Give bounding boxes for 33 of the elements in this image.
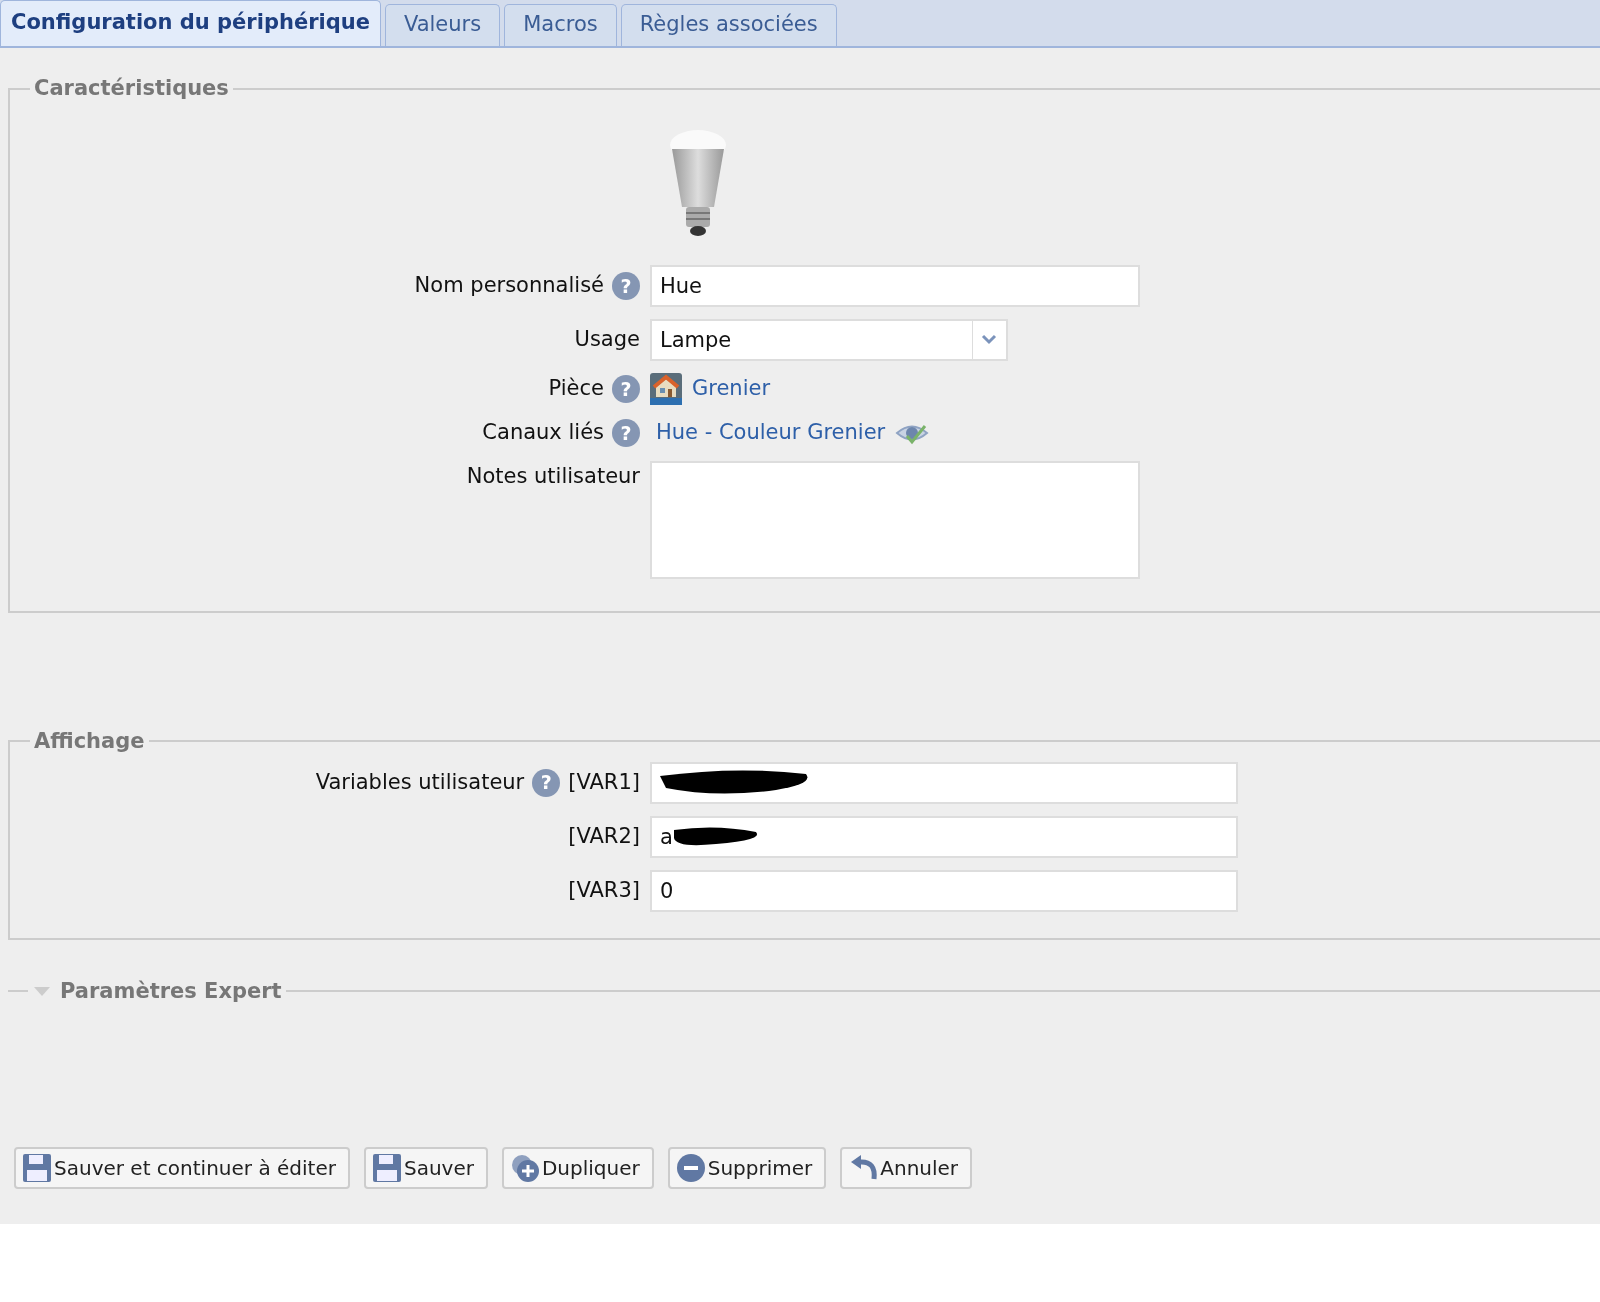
field-label: Nom personnalisé	[414, 272, 604, 300]
variable-label: [VAR1]	[568, 768, 640, 796]
field-label: Usage	[574, 326, 640, 354]
tab[interactable]: Valeurs	[384, 4, 501, 46]
tab[interactable]: Règles associées	[620, 4, 837, 46]
section-legend: Caractéristiques	[30, 78, 233, 99]
text-field[interactable]: 0	[650, 869, 1238, 912]
select-field[interactable]: Lampe	[650, 319, 1008, 361]
save-icon	[22, 1153, 52, 1183]
save-icon	[371, 1153, 402, 1183]
undo-button[interactable]: Annuler	[840, 1147, 973, 1189]
tab[interactable]: Configuration du périphérique	[0, 0, 381, 46]
field-label: Pièce	[548, 375, 604, 403]
delete-button[interactable]: Supprimer	[667, 1147, 827, 1189]
section-legend[interactable]: Paramètres Expert	[56, 975, 286, 1007]
duplicate-button[interactable]: Dupliquer	[501, 1147, 654, 1189]
notes-field[interactable]	[650, 460, 1140, 579]
variable-label: [VAR2]	[568, 822, 640, 850]
minus-icon	[675, 1153, 706, 1183]
field-label: Canaux liés	[482, 419, 604, 446]
add-icon	[509, 1153, 540, 1183]
save-button[interactable]: Sauver	[363, 1147, 488, 1189]
room-link[interactable]: Grenier	[692, 373, 771, 405]
field-label: Notes utilisateur	[466, 462, 640, 490]
text-field[interactable]: a	[650, 815, 1238, 858]
variable-label: [VAR3]	[568, 876, 640, 904]
channel-link[interactable]: Hue - Couleur Grenier	[656, 417, 886, 449]
section-legend: Affichage	[30, 730, 149, 752]
save-button[interactable]: Sauver et continuer à éditer	[14, 1147, 350, 1189]
house-icon	[650, 373, 682, 405]
field-label: Variables utilisateur	[315, 768, 525, 796]
text-field[interactable]: Hue	[650, 265, 1140, 307]
tab[interactable]: Macros	[504, 4, 617, 46]
